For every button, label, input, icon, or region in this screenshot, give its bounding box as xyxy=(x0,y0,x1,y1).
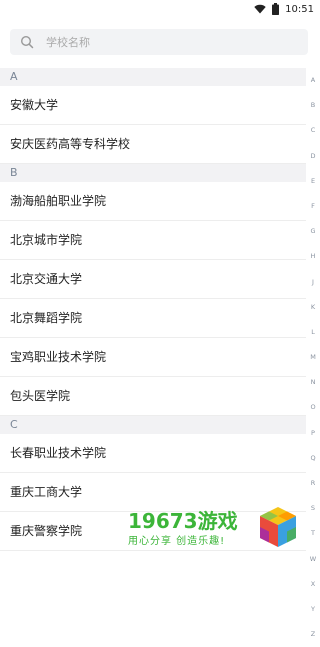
list-item[interactable]: 北京城市学院 xyxy=(0,221,306,260)
index-letter-b[interactable]: B xyxy=(306,93,320,118)
index-letter-l[interactable]: L xyxy=(306,320,320,345)
index-letter-d[interactable]: D xyxy=(306,144,320,169)
cube-logo-icon xyxy=(260,507,296,547)
index-letter-j[interactable]: J xyxy=(306,270,320,295)
search-input[interactable] xyxy=(44,34,278,50)
list-item[interactable]: 北京舞蹈学院 xyxy=(0,299,306,338)
list-item[interactable]: 长春职业技术学院 xyxy=(0,434,306,473)
site-watermark: 19673游戏 用心分享 创造乐趣! xyxy=(128,505,300,555)
index-letter-q[interactable]: Q xyxy=(306,446,320,471)
list-item[interactable]: 安徽大学 xyxy=(0,86,306,125)
list-item[interactable]: 安庆医药高等专科学校 xyxy=(0,125,306,164)
watermark-number: 19673 xyxy=(128,509,198,533)
wifi-icon xyxy=(254,4,266,14)
index-letter-c[interactable]: C xyxy=(306,118,320,143)
alphabet-index-bar[interactable]: A B C D E F G H J K L M N O P Q R S T W … xyxy=(306,68,320,638)
watermark-title: 19673游戏 xyxy=(128,505,238,534)
section-header-a: A xyxy=(0,68,306,86)
list-item[interactable]: 渤海船舶职业学院 xyxy=(0,182,306,221)
index-letter-y[interactable]: Y xyxy=(306,597,320,622)
index-letter-e[interactable]: E xyxy=(306,169,320,194)
status-icons: 10:51 xyxy=(254,2,314,16)
list-item[interactable]: 宝鸡职业技术学院 xyxy=(0,338,306,377)
index-letter-m[interactable]: M xyxy=(306,345,320,370)
watermark-slogan: 用心分享 创造乐趣! xyxy=(128,536,226,547)
search-box[interactable] xyxy=(10,29,308,55)
index-letter-k[interactable]: K xyxy=(306,295,320,320)
list-item[interactable]: 北京交通大学 xyxy=(0,260,306,299)
battery-icon xyxy=(272,3,280,15)
index-letter-f[interactable]: F xyxy=(306,194,320,219)
index-letter-s[interactable]: S xyxy=(306,496,320,521)
status-bar: 10:51 xyxy=(0,0,320,18)
index-letter-a[interactable]: A xyxy=(306,68,320,93)
search-icon xyxy=(20,35,34,49)
index-letter-z[interactable]: Z xyxy=(306,622,320,647)
index-letter-x[interactable]: X xyxy=(306,572,320,597)
index-letter-h[interactable]: H xyxy=(306,244,320,269)
watermark-cn: 游戏 xyxy=(197,509,238,533)
index-letter-t[interactable]: T xyxy=(306,521,320,546)
index-letter-w[interactable]: W xyxy=(306,547,320,572)
status-time: 10:51 xyxy=(285,3,314,15)
section-header-b: B xyxy=(0,164,306,182)
index-letter-g[interactable]: G xyxy=(306,219,320,244)
index-letter-r[interactable]: R xyxy=(306,471,320,496)
list-item[interactable]: 包头医学院 xyxy=(0,377,306,416)
index-letter-o[interactable]: O xyxy=(306,395,320,420)
section-header-c: C xyxy=(0,416,306,434)
search-bar xyxy=(0,18,320,68)
index-letter-p[interactable]: P xyxy=(306,421,320,446)
index-letter-n[interactable]: N xyxy=(306,370,320,395)
school-list: A 安徽大学 安庆医药高等专科学校 B 渤海船舶职业学院 北京城市学院 北京交通… xyxy=(0,68,306,551)
